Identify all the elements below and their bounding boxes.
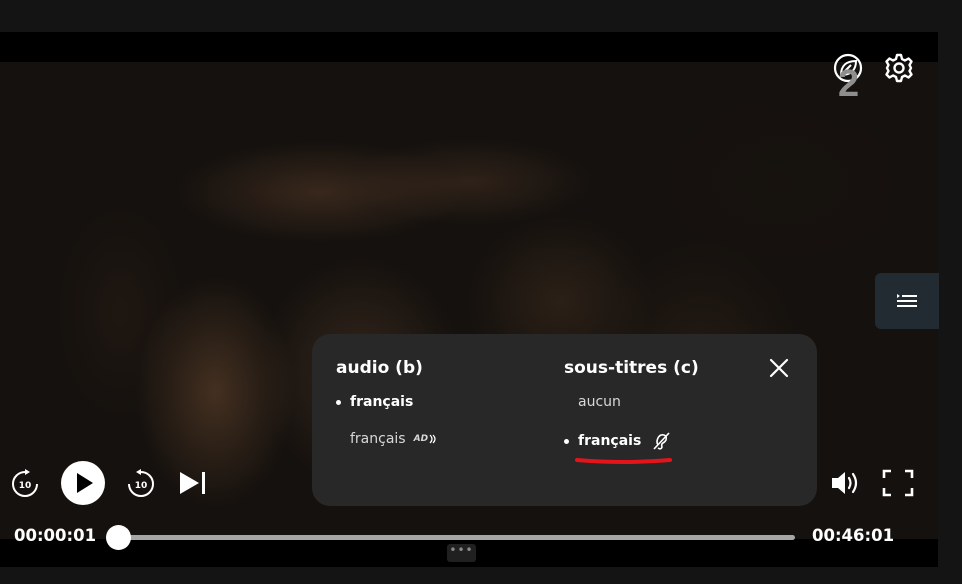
progress-bar[interactable] [106,525,795,550]
current-time: 00:00:01 [14,526,97,545]
channel-logo: 2 [838,63,859,105]
total-time: 00:46:01 [812,526,895,545]
selected-dot [564,438,569,444]
close-icon[interactable] [767,356,791,380]
play-button[interactable] [61,461,105,505]
subtitle-option-aucun[interactable]: aucun [578,394,621,410]
audio-option-francais[interactable]: français [336,394,413,410]
fullscreen-icon[interactable] [882,469,914,497]
audio-description-icon: AD [414,434,438,444]
option-label: aucun [578,394,621,410]
play-icon [77,473,93,493]
subtitle-option-francais[interactable]: français [564,431,671,451]
audio-title: audio (b) [336,358,423,378]
track-selection-panel: audio (b) français français AD sous-titr… [312,334,817,506]
volume-icon[interactable] [830,468,864,498]
selected-dot [336,399,341,405]
replay-seconds: 10 [19,481,32,491]
option-label: français [350,394,414,410]
option-label: français [350,431,406,447]
more-dots-icon[interactable]: ••• [447,544,476,562]
forward-10-button[interactable]: 10 [126,469,156,499]
skip-next-icon[interactable] [178,470,208,496]
replay-10-button[interactable]: 10 [10,469,40,499]
forward-seconds: 10 [135,481,148,491]
hearing-impaired-icon [653,432,670,450]
highlight-underline [575,458,672,464]
subtitles-title: sous-titres (c) [564,358,699,378]
chapters-button[interactable] [875,273,939,329]
option-label: français [578,433,642,449]
chapters-list-icon [897,294,917,307]
progress-thumb[interactable] [106,525,131,550]
gear-icon[interactable] [883,52,915,84]
audio-option-francais-ad[interactable]: français AD [350,431,438,447]
